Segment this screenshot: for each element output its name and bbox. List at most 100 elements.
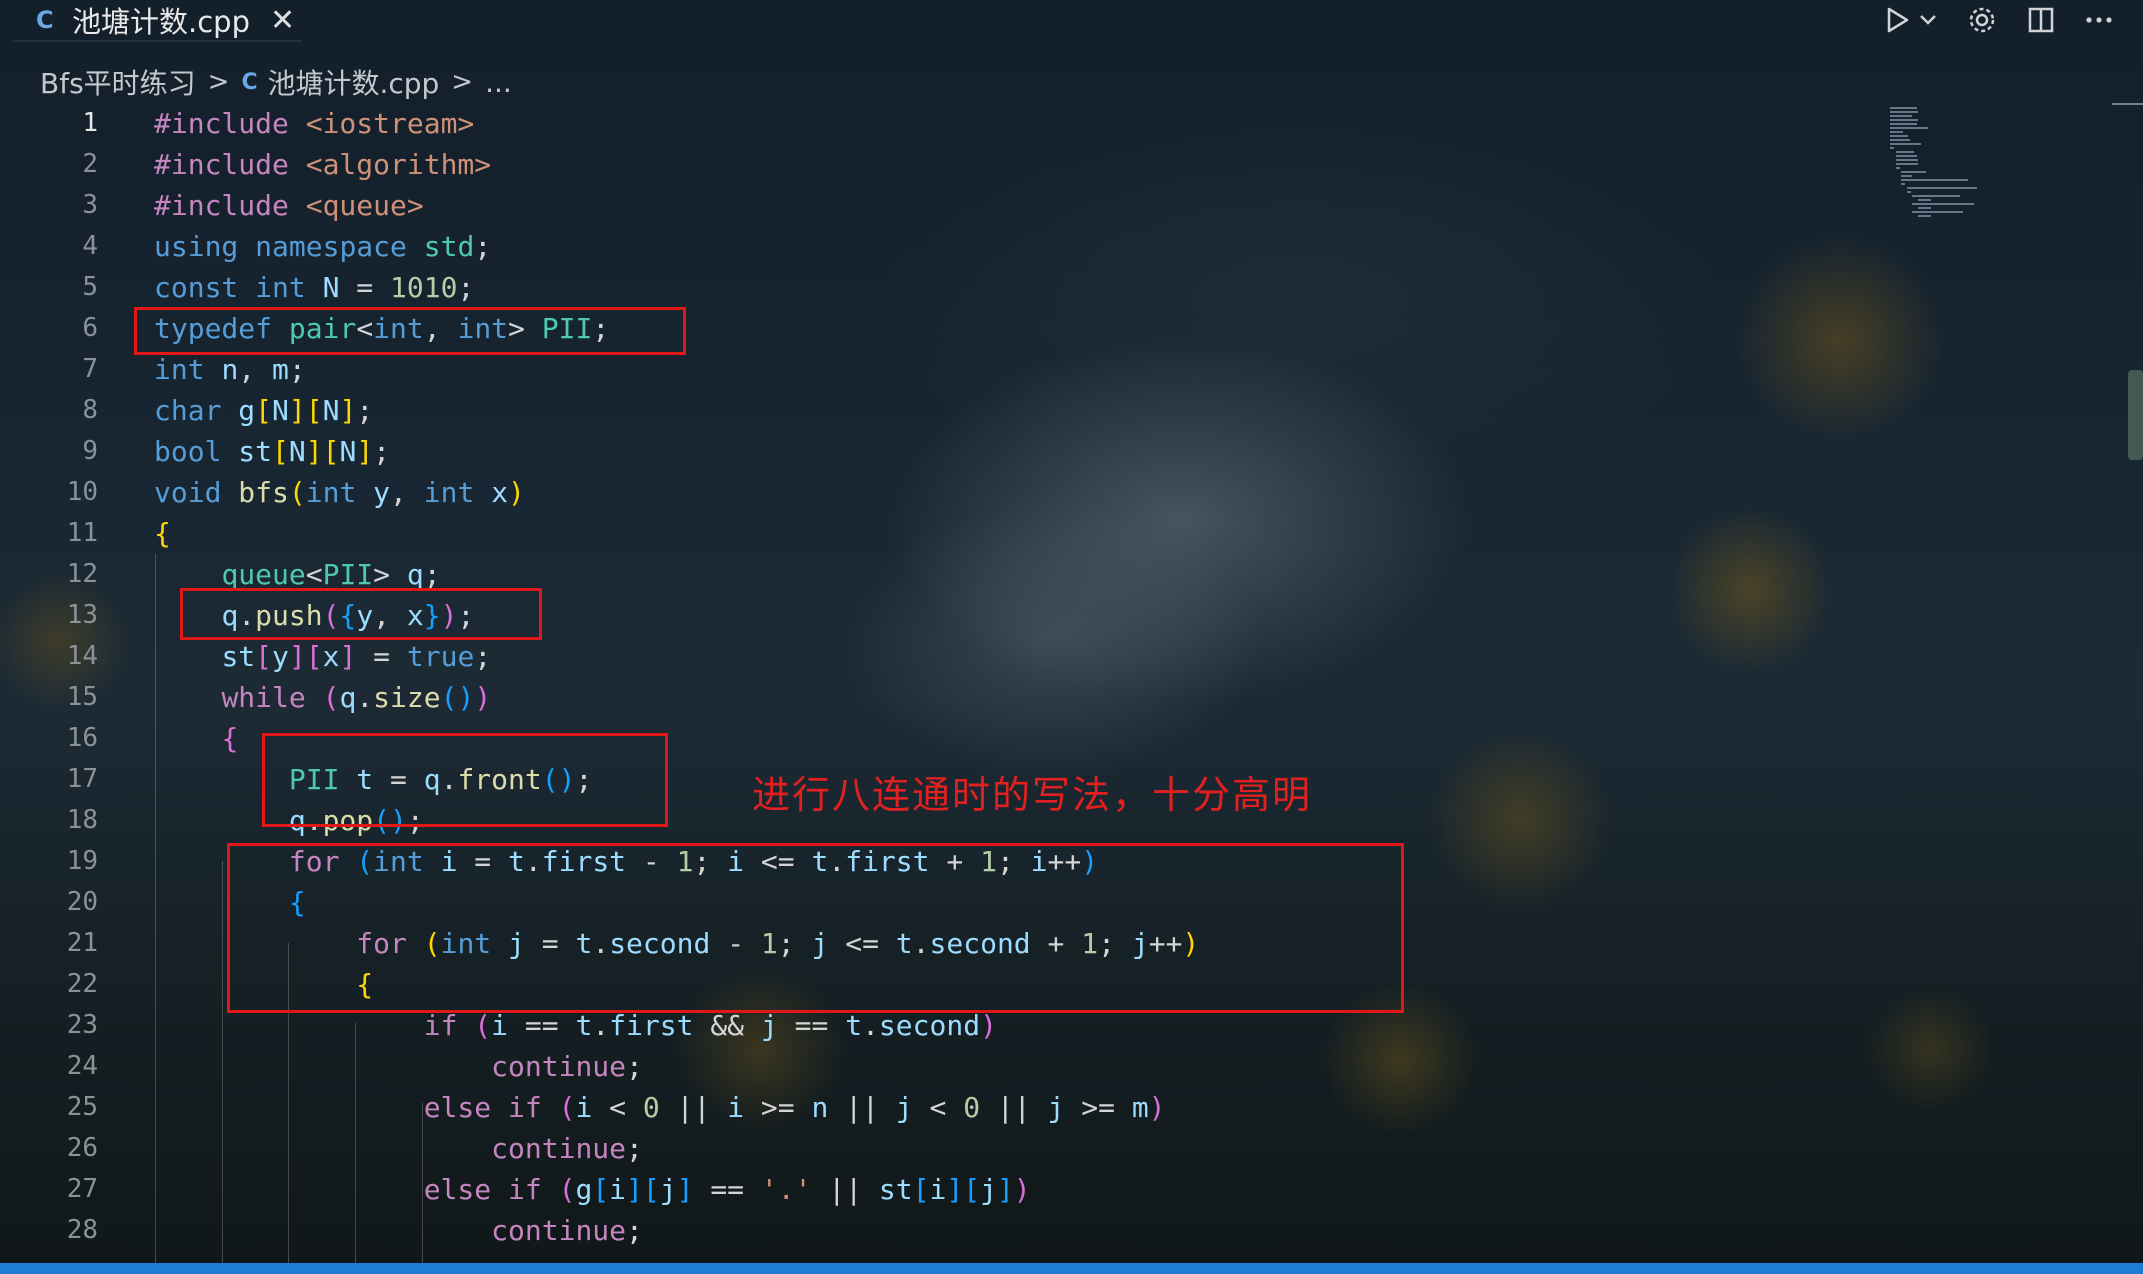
code-line[interactable]: int n, m; [154, 349, 1199, 390]
code-line[interactable]: #include <iostream> [154, 103, 1199, 144]
code-token: == [693, 1173, 761, 1206]
code-token: ) [1013, 1173, 1031, 1206]
vertical-scrollbar-thumb[interactable] [2128, 370, 2143, 460]
code-line[interactable]: else if (i < 0 || i >= n || j < 0 || j >… [154, 1087, 1199, 1128]
code-token: ( [558, 1173, 576, 1206]
minimap-line [1912, 211, 1963, 213]
line-number: 6 [82, 313, 98, 343]
code-token: #include [154, 107, 289, 140]
code-token: N [288, 435, 306, 468]
code-line[interactable]: #include <algorithm> [154, 144, 1199, 185]
code-token: PII [322, 558, 374, 591]
line-number: 21 [66, 928, 98, 958]
code-token: N [322, 394, 340, 427]
chevron-down-icon[interactable] [1919, 14, 1937, 26]
code-line[interactable]: bool st[N][N]; [154, 431, 1199, 472]
code-token: [ [255, 394, 273, 427]
code-token: > [373, 558, 407, 591]
close-icon[interactable]: ✕ [270, 3, 295, 38]
code-token: [ [272, 435, 289, 468]
code-token: <algorithm> [305, 148, 492, 181]
line-number: 19 [66, 846, 98, 876]
minimap-viewport-edge [2112, 103, 2143, 105]
status-bar [0, 1263, 2143, 1274]
code-line[interactable]: while (q.size()) [154, 677, 1199, 718]
line-number: 2 [82, 149, 98, 179]
minimap-line [1895, 167, 1900, 169]
line-number: 3 [82, 190, 98, 220]
run-icon[interactable] [1885, 6, 1911, 34]
code-line[interactable]: #include <queue> [154, 185, 1199, 226]
code-token: ] [288, 640, 306, 673]
code-token: || [980, 1091, 1048, 1124]
minimap-line [1890, 107, 1917, 109]
chevron-right-icon: > [207, 67, 230, 97]
minimap[interactable] [1890, 103, 2040, 343]
code-line[interactable]: continue; [154, 1210, 1199, 1251]
code-token: ) [1148, 1091, 1166, 1124]
code-line[interactable]: using namespace std; [154, 226, 1199, 267]
code-line[interactable]: else if (g[i][j] == '.' || st[i][j]) [154, 1169, 1199, 1210]
minimap-line [1890, 111, 1918, 113]
code-token: ( [322, 681, 340, 714]
code-text-area[interactable]: #include <iostream> #include <algorithm> #… [154, 103, 1199, 1251]
code-token: if [508, 1091, 542, 1124]
code-token: ; [423, 558, 441, 591]
code-line[interactable]: { [154, 513, 1199, 554]
line-number: 10 [66, 477, 98, 507]
code-token: true [406, 640, 475, 673]
code-line[interactable]: char g[N][N]; [154, 390, 1199, 431]
code-token: [ [592, 1173, 610, 1206]
code-token: || [811, 1173, 879, 1206]
code-token: ] [339, 394, 357, 427]
minimap-line [1890, 135, 1909, 137]
code-token: ; [373, 435, 391, 468]
code-token: [ [322, 435, 340, 468]
code-token: ( [558, 1091, 576, 1124]
code-token: g [575, 1173, 593, 1206]
code-line[interactable]: const int N = 1010; [154, 267, 1199, 308]
breadcrumb-symbol[interactable]: ... [485, 66, 512, 99]
code-token: int [305, 476, 357, 509]
code-token: ] [356, 435, 374, 468]
code-editor[interactable]: 1 2 3 4 5 6 7 8 9 10 11 12 13 14 15 16 17 18 19 20 21 22 23 24 2… [0, 103, 2143, 1263]
code-token: x [491, 476, 509, 509]
code-token: st [878, 1173, 913, 1206]
code-token: ; [626, 1214, 643, 1247]
code-line[interactable]: continue; [154, 1128, 1199, 1169]
code-line[interactable]: void bfs(int y, int x) [154, 472, 1199, 513]
tab-pond-count-cpp[interactable]: C 池塘计数.cpp ✕ [12, 0, 302, 42]
line-number: 24 [66, 1051, 98, 1081]
code-token: y [373, 476, 391, 509]
breadcrumb-folder[interactable]: Bfs平时练习 [40, 62, 196, 102]
code-token: j [659, 1173, 677, 1206]
split-editor-icon[interactable] [2027, 6, 2055, 34]
code-line[interactable]: continue; [154, 1046, 1199, 1087]
code-token: ( [474, 1009, 492, 1042]
breadcrumb-file[interactable]: 池塘计数.cpp [267, 62, 439, 102]
gear-icon[interactable] [1967, 5, 1997, 35]
code-token: >= [744, 1091, 812, 1124]
code-token: [ [642, 1173, 660, 1206]
line-number: 25 [66, 1092, 98, 1122]
code-token: = [339, 271, 391, 304]
more-icon[interactable] [2085, 16, 2113, 24]
code-token: ( [288, 476, 306, 509]
code-token: if [423, 1009, 458, 1042]
code-token: [ [255, 640, 273, 673]
minimap-line [1901, 183, 1906, 185]
minimap-line [1901, 179, 1969, 181]
code-token: || [659, 1091, 728, 1124]
code-token: const [154, 271, 239, 304]
code-line[interactable]: st[y][x] = true; [154, 636, 1199, 677]
code-token: void [154, 476, 222, 509]
code-token: . [592, 1009, 610, 1042]
